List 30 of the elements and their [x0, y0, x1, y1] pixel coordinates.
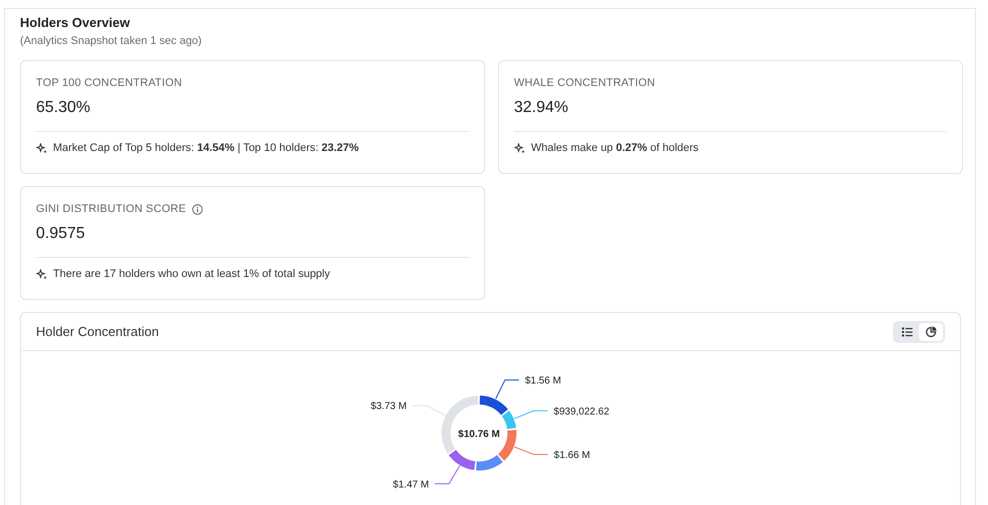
slice-value-label: $939,022.62 [554, 406, 610, 418]
pie-chart-icon [926, 326, 936, 337]
list-icon [902, 327, 912, 336]
slice-value-label: $1.47 M [392, 479, 429, 490]
snapshot-note: (Analytics Snapshot taken 1 sec ago) [20, 35, 203, 47]
stat-note: There are 17 holders who own at least 1% of total supply [53, 268, 330, 280]
panel-title: Holder Concentration [36, 324, 159, 339]
stat-value: 32.94% [514, 99, 570, 117]
leader-line [514, 446, 548, 456]
leader-line [412, 405, 446, 416]
stat-note: Market Cap of Top 5 holders: 14.54% | Top 10 holders: 23.27% [53, 142, 359, 154]
donut-total: $10.76 M [458, 429, 500, 440]
stat-note: Whales make up 0.27% of holders [531, 142, 699, 154]
stat-label: GINI DISTRIBUTION SCORE [36, 203, 186, 215]
stat-label: TOP 100 CONCENTRATION [36, 77, 182, 89]
section-title: Holders Overview [20, 15, 131, 30]
slice-value-label: $1.56 M [524, 376, 562, 387]
stat-value: 65.30% [36, 99, 92, 117]
slice-value-label: $3.73 M [370, 401, 407, 412]
sparkle-icon [36, 142, 47, 154]
stat-value: 0.9575 [36, 225, 86, 243]
leader-line [434, 465, 460, 484]
leader-line [495, 380, 520, 400]
sparkle-icon [36, 268, 47, 280]
stat-label: WHALE CONCENTRATION [514, 77, 656, 89]
info-icon[interactable] [192, 204, 204, 214]
slice-value-label: $1.66 M [554, 450, 590, 462]
sparkle-icon [514, 142, 525, 154]
pie-view-button[interactable] [919, 322, 943, 340]
leader-line [514, 410, 548, 420]
